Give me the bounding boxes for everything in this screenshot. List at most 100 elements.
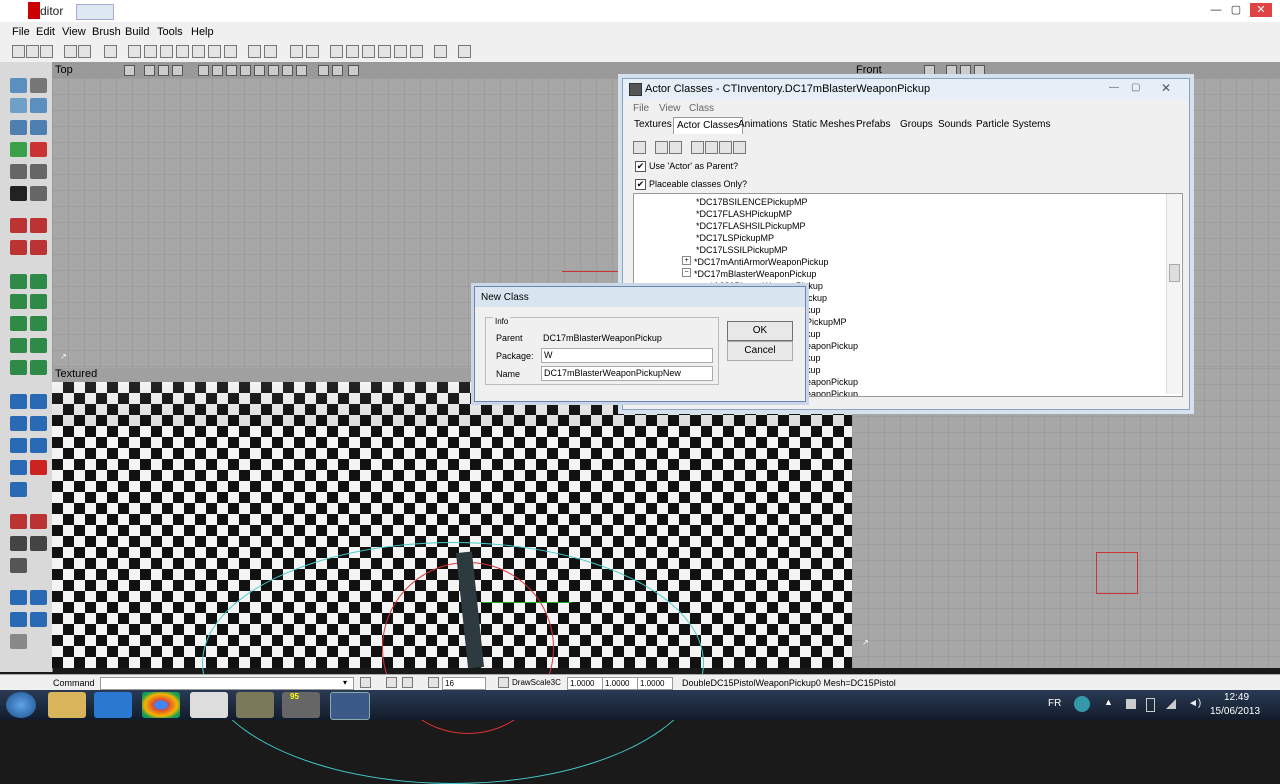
menu-brush[interactable]: Brush bbox=[92, 26, 121, 38]
play-map-icon[interactable] bbox=[330, 45, 343, 58]
deintersect-icon[interactable] bbox=[30, 416, 47, 431]
cylinder-builder-icon[interactable] bbox=[30, 294, 47, 309]
face-drag-icon[interactable] bbox=[10, 164, 27, 179]
front-view-top-icon[interactable] bbox=[946, 65, 957, 76]
open-map-icon[interactable] bbox=[26, 45, 39, 58]
tab-sounds[interactable]: Sounds bbox=[935, 117, 975, 133]
lighting-view-icon[interactable] bbox=[226, 65, 237, 76]
language-indicator[interactable]: FR bbox=[1048, 698, 1061, 709]
tab-animations[interactable]: Animations bbox=[735, 117, 790, 133]
add-special-icon[interactable] bbox=[10, 438, 27, 453]
tree-item[interactable]: kup bbox=[806, 304, 821, 316]
group-browser-icon[interactable] bbox=[144, 45, 157, 58]
snap-vertex-icon[interactable] bbox=[402, 677, 413, 688]
maximize-button[interactable]: ▢ bbox=[1228, 3, 1244, 17]
tree-item[interactable]: eaponPickup bbox=[806, 340, 858, 352]
clock-time[interactable]: 12:49 bbox=[1224, 692, 1249, 703]
tab-static-meshes[interactable]: Static Meshes bbox=[789, 117, 858, 133]
start-button-icon[interactable] bbox=[6, 692, 36, 718]
ac-menu-file[interactable]: File bbox=[633, 103, 649, 114]
cone-builder-icon[interactable] bbox=[10, 274, 27, 289]
lock-selection-icon[interactable] bbox=[386, 677, 397, 688]
show-hidden-icons-icon[interactable]: ▲ bbox=[1104, 697, 1113, 707]
chrome-icon[interactable] bbox=[142, 692, 180, 718]
game-app-icon[interactable]: 95 bbox=[282, 692, 320, 718]
tree-item[interactable]: *DC17mAntiArmorWeaponPickup bbox=[694, 256, 828, 268]
help-icon[interactable] bbox=[458, 45, 471, 58]
sound-icon[interactable] bbox=[410, 45, 423, 58]
tree-item[interactable]: *DC17LSSILPickupMP bbox=[696, 244, 788, 256]
add-mover-icon[interactable] bbox=[10, 460, 27, 475]
select-inverse-icon[interactable] bbox=[10, 536, 27, 551]
kismet-icon[interactable] bbox=[346, 45, 359, 58]
camera-move-icon[interactable] bbox=[10, 78, 27, 93]
unreal-tool-icon[interactable] bbox=[190, 692, 228, 718]
tree-item[interactable]: *DC17FLASHSILPickupMP bbox=[696, 220, 806, 232]
minimize-button[interactable]: — bbox=[1208, 3, 1224, 17]
redo-icon[interactable] bbox=[78, 45, 91, 58]
battery-icon[interactable] bbox=[1146, 698, 1155, 712]
ac-menu-view[interactable]: View bbox=[659, 103, 681, 114]
save-map-icon[interactable] bbox=[40, 45, 53, 58]
viewport-menu-icon[interactable] bbox=[124, 65, 135, 76]
tree-item[interactable]: eaponPickup bbox=[806, 376, 858, 388]
hide-selected-icon[interactable] bbox=[30, 514, 47, 529]
realtime-icon[interactable] bbox=[318, 65, 329, 76]
arrow-tool-icon[interactable] bbox=[30, 240, 47, 255]
actor-properties-icon[interactable] bbox=[128, 45, 141, 58]
dynamic-light-icon[interactable] bbox=[254, 65, 265, 76]
tab-particle-systems[interactable]: Particle Systems bbox=[973, 117, 1053, 133]
clock-date[interactable]: 15/06/2013 bbox=[1210, 706, 1260, 717]
ac-tree-view-icon[interactable] bbox=[633, 141, 646, 154]
terrain-edit-icon[interactable] bbox=[30, 164, 47, 179]
close-button[interactable]: ✕ bbox=[1250, 3, 1272, 17]
spiral-stair-icon[interactable] bbox=[10, 338, 27, 353]
unlit-view-icon[interactable] bbox=[268, 65, 279, 76]
name-input[interactable]: DC17mBlasterWeaponPickupNew bbox=[541, 366, 713, 381]
align-icon[interactable] bbox=[10, 634, 27, 649]
movie-icon[interactable] bbox=[10, 186, 27, 201]
tree-item[interactable]: kup bbox=[806, 364, 821, 376]
prefab-browser-icon[interactable] bbox=[208, 45, 221, 58]
show-all-icon[interactable] bbox=[30, 536, 47, 551]
menu-tools[interactable]: Tools bbox=[157, 26, 183, 38]
drawscale-x-input[interactable]: 1.0000 bbox=[567, 677, 603, 690]
terrain-builder-icon[interactable] bbox=[30, 338, 47, 353]
tab-groups[interactable]: Groups bbox=[897, 117, 936, 133]
show-selected-icon[interactable] bbox=[10, 514, 27, 529]
linear-stair-icon[interactable] bbox=[10, 316, 27, 331]
terrain-icon[interactable] bbox=[378, 45, 391, 58]
tree-item[interactable]: kup bbox=[806, 352, 821, 364]
side-viewport[interactable]: ↗ bbox=[852, 368, 1280, 668]
ac-edit-script-icon[interactable] bbox=[705, 141, 718, 154]
ac-maximize-button[interactable]: ▢ bbox=[1131, 82, 1140, 93]
texture-rotate-icon[interactable] bbox=[30, 120, 47, 135]
pen-tool-icon[interactable] bbox=[30, 218, 47, 233]
rotate-icon[interactable] bbox=[30, 98, 47, 113]
collapse-icon[interactable]: − bbox=[682, 268, 691, 277]
active-editor-icon[interactable] bbox=[330, 692, 370, 720]
ac-compile-icon[interactable] bbox=[733, 141, 746, 154]
wifi-signal-icon[interactable] bbox=[1166, 699, 1176, 709]
grid-size-select[interactable]: 16 bbox=[442, 677, 486, 690]
menu-file[interactable]: File bbox=[12, 26, 30, 38]
ac-menu-class[interactable]: Class bbox=[689, 103, 714, 114]
ac-save-icon[interactable] bbox=[669, 141, 682, 154]
maximize-viewport-icon[interactable] bbox=[348, 65, 359, 76]
blend-view-icon[interactable] bbox=[296, 65, 307, 76]
tab-actor-classes[interactable]: Actor Classes bbox=[673, 117, 743, 134]
menu-help[interactable]: Help bbox=[191, 26, 214, 38]
ac-default-props-icon[interactable] bbox=[719, 141, 732, 154]
scrollbar-thumb[interactable] bbox=[1169, 264, 1180, 282]
view-side-icon[interactable] bbox=[172, 65, 183, 76]
texture-view-icon[interactable] bbox=[240, 65, 251, 76]
add-brush-icon[interactable] bbox=[10, 394, 27, 409]
camera-speed-icon[interactable] bbox=[10, 558, 27, 573]
tree-item[interactable]: eaponPickup bbox=[806, 388, 858, 396]
matinee-icon[interactable] bbox=[362, 45, 375, 58]
command-input[interactable] bbox=[100, 677, 354, 690]
view-top-icon[interactable] bbox=[144, 65, 155, 76]
explorer-icon[interactable] bbox=[48, 692, 86, 718]
font-icon[interactable] bbox=[224, 45, 237, 58]
editor-app-icon[interactable] bbox=[236, 692, 274, 718]
